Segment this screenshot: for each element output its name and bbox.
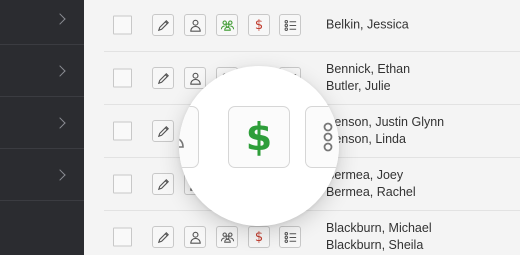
list-icon: [283, 230, 298, 245]
donation-button[interactable]: $: [248, 14, 270, 36]
edit-button[interactable]: [152, 67, 174, 89]
zoom-magnifier: $: [179, 66, 339, 226]
contact-name[interactable]: Benson, Justin Glynn: [326, 114, 444, 131]
contact-name[interactable]: Benson, Linda: [326, 131, 444, 148]
edit-icon: [156, 124, 171, 139]
contact-names: Belkin, Jessica: [326, 17, 409, 34]
sidebar-item-5[interactable]: [0, 201, 84, 253]
mag-household-button[interactable]: [179, 106, 199, 168]
sidebar-item-3[interactable]: [0, 97, 84, 149]
row-checkbox[interactable]: [113, 227, 132, 247]
list-icon: [283, 18, 298, 33]
chevron-right-icon: [54, 12, 66, 25]
edit-icon: [156, 230, 171, 245]
sidebar-item-4[interactable]: [0, 149, 84, 201]
household-icon: [220, 18, 235, 33]
donation-button[interactable]: $: [248, 226, 270, 248]
list-icon: [323, 122, 333, 152]
dollar-icon: $: [254, 229, 264, 245]
household-icon: [179, 126, 184, 148]
row-checkbox[interactable]: [113, 174, 132, 194]
contact-name[interactable]: Bennick, Ethan: [326, 61, 410, 78]
dollar-icon: $: [245, 115, 273, 159]
contact-names: Bermea, Joey Bermea, Rachel: [326, 167, 416, 201]
household-icon: [220, 230, 235, 245]
edit-icon: [156, 177, 171, 192]
mag-donation-button[interactable]: $: [228, 106, 290, 168]
contact-name[interactable]: Butler, Julie: [326, 78, 410, 95]
chevron-right-icon: [54, 64, 66, 77]
person-icon: [188, 71, 203, 86]
person-icon: [188, 18, 203, 33]
edit-button[interactable]: [152, 173, 174, 195]
details-button[interactable]: [279, 226, 301, 248]
contact-name[interactable]: Bermea, Rachel: [326, 184, 416, 201]
edit-button[interactable]: [152, 226, 174, 248]
sidebar: [0, 0, 84, 255]
household-button[interactable]: [216, 14, 238, 36]
contact-name[interactable]: Blackburn, Sheila: [326, 237, 432, 254]
row-checkbox[interactable]: [113, 68, 132, 88]
table-row: $ Blackburn, Michael Blackburn, Sheila: [104, 211, 520, 255]
dollar-icon: $: [254, 17, 264, 33]
contact-button[interactable]: [184, 226, 206, 248]
contact-name[interactable]: Blackburn, Michael: [326, 220, 432, 237]
contact-button[interactable]: [184, 67, 206, 89]
edit-button[interactable]: [152, 120, 174, 142]
contact-names: Blackburn, Michael Blackburn, Sheila: [326, 220, 432, 254]
row-checkbox[interactable]: [113, 15, 132, 35]
person-icon: [188, 230, 203, 245]
household-button[interactable]: [216, 226, 238, 248]
chevron-right-icon: [54, 168, 66, 181]
contact-names: Benson, Justin Glynn Benson, Linda: [326, 114, 444, 148]
details-button[interactable]: [279, 14, 301, 36]
mag-list-button[interactable]: [305, 106, 339, 168]
table-row: $ Belkin, Jessica: [104, 0, 520, 52]
sidebar-item-1[interactable]: [0, 0, 84, 45]
contact-name[interactable]: Bermea, Joey: [326, 167, 416, 184]
edit-icon: [156, 18, 171, 33]
chevron-right-icon: [54, 116, 66, 129]
contact-name[interactable]: Belkin, Jessica: [326, 17, 409, 34]
contact-names: Bennick, Ethan Butler, Julie: [326, 61, 410, 95]
row-checkbox[interactable]: [113, 121, 132, 141]
edit-icon: [156, 71, 171, 86]
edit-button[interactable]: [152, 14, 174, 36]
sidebar-item-2[interactable]: [0, 45, 84, 97]
contact-button[interactable]: [184, 14, 206, 36]
